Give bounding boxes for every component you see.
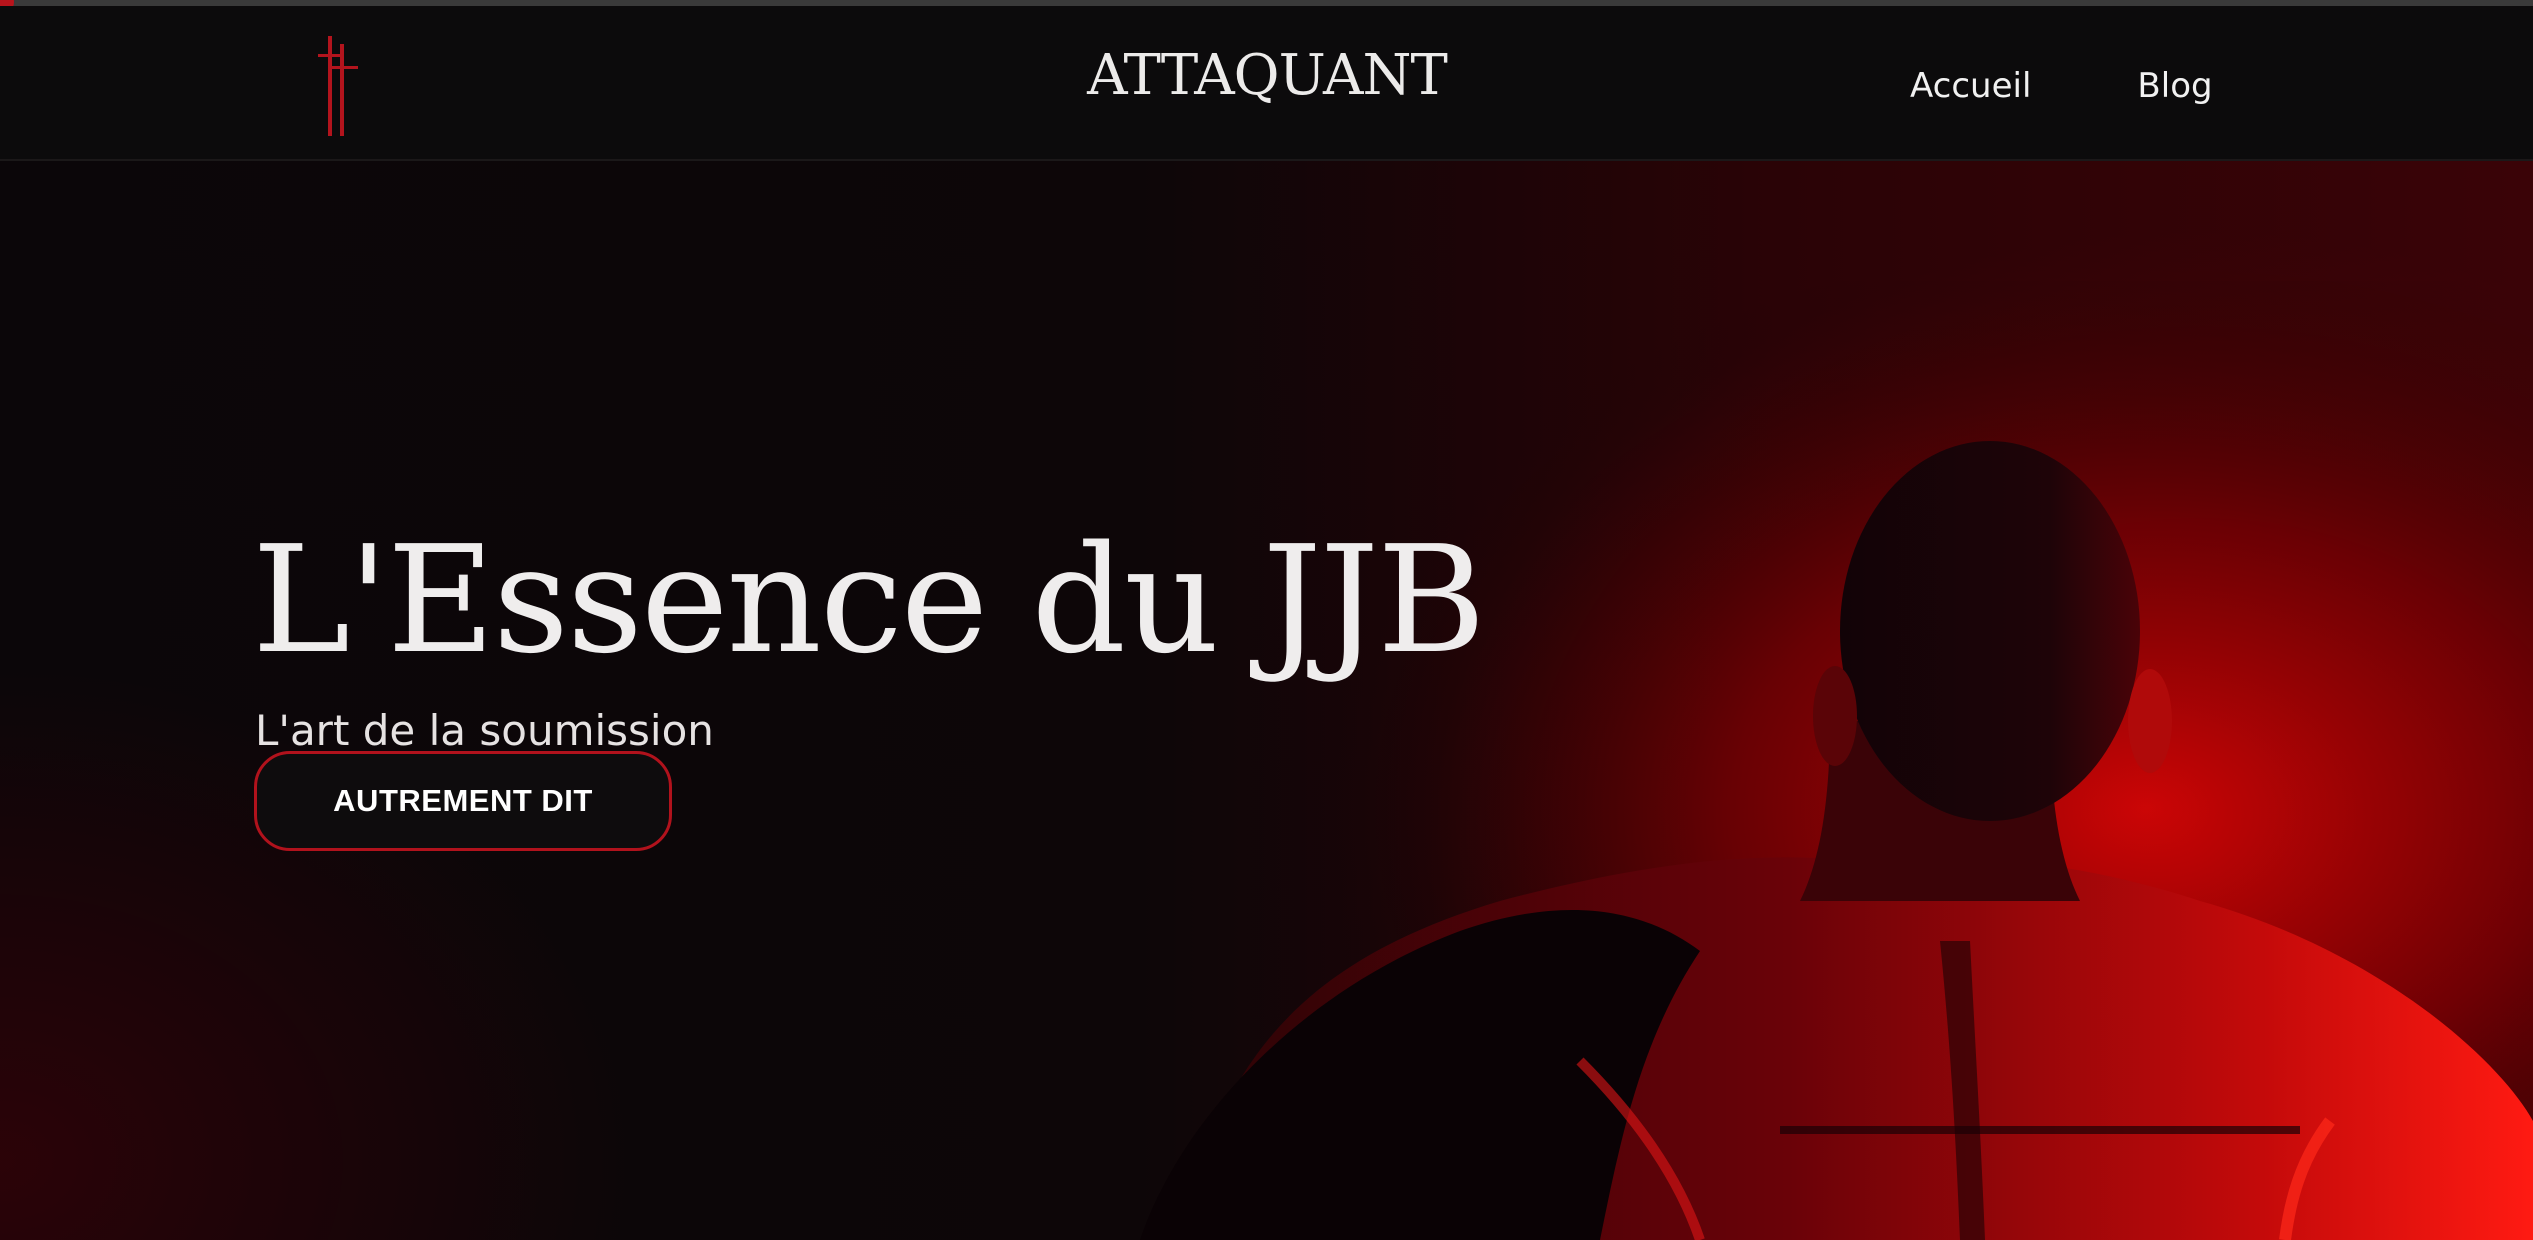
hero-subtitle: L'art de la soumission [255, 706, 714, 755]
navbar: ATTAQUANT Accueil Blog [0, 6, 2533, 161]
nav-link-blog[interactable]: Blog [2137, 66, 2212, 106]
hero-athlete-image [1140, 281, 2533, 1240]
page: ATTAQUANT Accueil Blog L'Essence du JJB … [0, 0, 2533, 1240]
hero-section: L'Essence du JJB L'art de la soumission [0, 161, 2533, 1240]
double-cross-icon[interactable] [306, 30, 366, 136]
brand-wordmark[interactable]: ATTAQUANT [1067, 48, 1467, 104]
autrement-dit-button[interactable]: AUTREMENT DIT [254, 751, 672, 851]
hero-title: L'Essence du JJB [252, 514, 1486, 686]
main-nav: Accueil Blog [1910, 66, 2213, 106]
nav-link-accueil[interactable]: Accueil [1910, 66, 2031, 106]
